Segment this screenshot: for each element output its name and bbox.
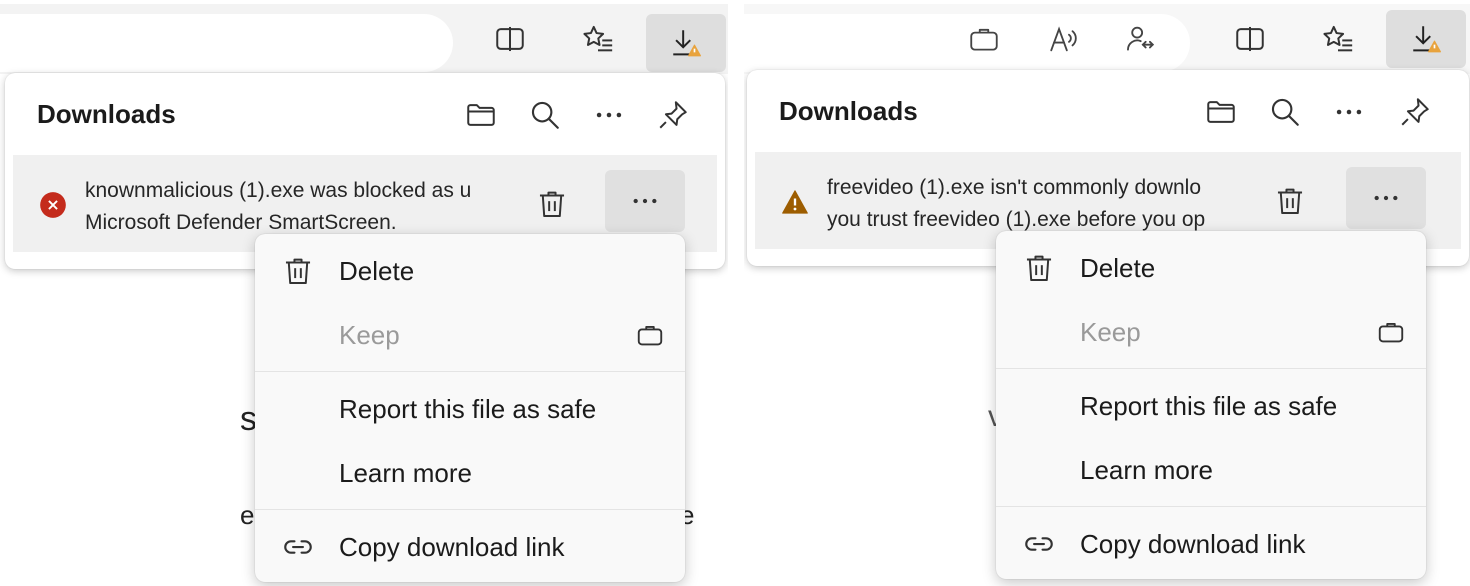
menu-divider xyxy=(996,506,1426,507)
menu-item-report-safe[interactable]: Report this file as safe xyxy=(996,373,1426,437)
download-status-message: freevideo (1).exe isn't commonly downlo … xyxy=(827,172,1245,236)
message-line: knownmalicious (1).exe was blocked as u xyxy=(85,179,472,202)
flyout-title: Downloads xyxy=(779,96,918,126)
briefcase-icon xyxy=(637,325,663,346)
page-background-text: e xyxy=(240,500,255,530)
item-more-button[interactable] xyxy=(1346,167,1426,229)
menu-item-delete[interactable]: Delete xyxy=(996,235,1426,299)
menu-divider xyxy=(255,509,685,510)
right-screenshot: v Downloads freevideo ( xyxy=(744,0,1470,586)
open-folder-icon[interactable] xyxy=(459,93,503,137)
menu-item-keep[interactable]: Keep xyxy=(255,302,685,366)
download-icon xyxy=(1413,26,1442,53)
briefcase-icon xyxy=(1378,322,1404,343)
pin-icon[interactable] xyxy=(1393,90,1437,134)
menu-item-label: Learn more xyxy=(1080,455,1213,485)
delete-icon xyxy=(285,258,311,285)
menu-divider xyxy=(255,371,685,372)
menu-item-label: Keep xyxy=(1080,317,1141,347)
read-aloud-icon[interactable] xyxy=(1041,16,1087,62)
favorites-icon[interactable] xyxy=(1315,16,1361,62)
left-screenshot: s e e Downloads knownmalicious (1).exe w… xyxy=(0,0,728,586)
search-icon[interactable] xyxy=(523,93,567,137)
more-options-icon[interactable] xyxy=(587,93,631,137)
menu-item-report-safe[interactable]: Report this file as safe xyxy=(255,376,685,440)
downloads-button[interactable] xyxy=(646,14,726,72)
more-options-icon[interactable] xyxy=(1327,90,1371,134)
more-options-icon xyxy=(633,198,657,204)
menu-item-copy-link[interactable]: Copy download link xyxy=(255,514,685,578)
menu-item-delete[interactable]: Delete xyxy=(255,238,685,302)
error-circle-icon xyxy=(40,192,66,218)
favorites-icon[interactable] xyxy=(575,16,621,62)
download-status-message: knownmalicious (1).exe was blocked as u … xyxy=(85,175,497,239)
browser-toolbar xyxy=(0,4,728,74)
menu-item-learn-more[interactable]: Learn more xyxy=(255,440,685,504)
search-icon[interactable] xyxy=(1263,90,1307,134)
link-icon xyxy=(1025,537,1053,551)
item-context-menu: Delete Keep Report this file as safe Lea… xyxy=(996,231,1426,579)
menu-item-label: Copy download link xyxy=(1080,529,1306,559)
split-screen-icon[interactable] xyxy=(487,16,533,62)
split-screen-icon[interactable] xyxy=(1227,16,1273,62)
flyout-title: Downloads xyxy=(37,99,176,129)
menu-item-label: Report this file as safe xyxy=(339,394,597,424)
pin-icon[interactable] xyxy=(651,93,695,137)
workspaces-icon[interactable] xyxy=(961,16,1007,62)
menu-item-label: Copy download link xyxy=(339,532,565,562)
menu-item-label: Learn more xyxy=(339,458,472,488)
address-bar[interactable] xyxy=(0,14,453,72)
item-context-menu: Delete Keep Report this file as safe Lea… xyxy=(255,234,685,582)
menu-item-label: Report this file as safe xyxy=(1080,391,1338,421)
menu-item-label: Keep xyxy=(339,320,400,350)
delete-icon[interactable] xyxy=(529,181,575,227)
menu-item-keep[interactable]: Keep xyxy=(996,299,1426,363)
item-more-button[interactable] xyxy=(605,170,685,232)
download-icon xyxy=(673,30,702,57)
more-options-icon xyxy=(1374,195,1398,201)
menu-item-copy-link[interactable]: Copy download link xyxy=(996,511,1426,575)
delete-icon[interactable] xyxy=(1267,178,1313,224)
browser-toolbar xyxy=(744,4,1470,74)
menu-item-label: Delete xyxy=(1080,253,1156,283)
downloads-button[interactable] xyxy=(1386,10,1466,68)
delete-icon xyxy=(1026,255,1052,282)
warning-triangle-icon xyxy=(782,190,808,214)
message-line: freevideo (1).exe isn't commonly downlo xyxy=(827,176,1202,199)
menu-item-label: Delete xyxy=(339,256,415,286)
open-folder-icon[interactable] xyxy=(1199,90,1243,134)
menu-divider xyxy=(996,368,1426,369)
browser-essentials-icon[interactable] xyxy=(1117,16,1163,62)
link-icon xyxy=(284,540,312,554)
menu-item-learn-more[interactable]: Learn more xyxy=(996,437,1426,501)
